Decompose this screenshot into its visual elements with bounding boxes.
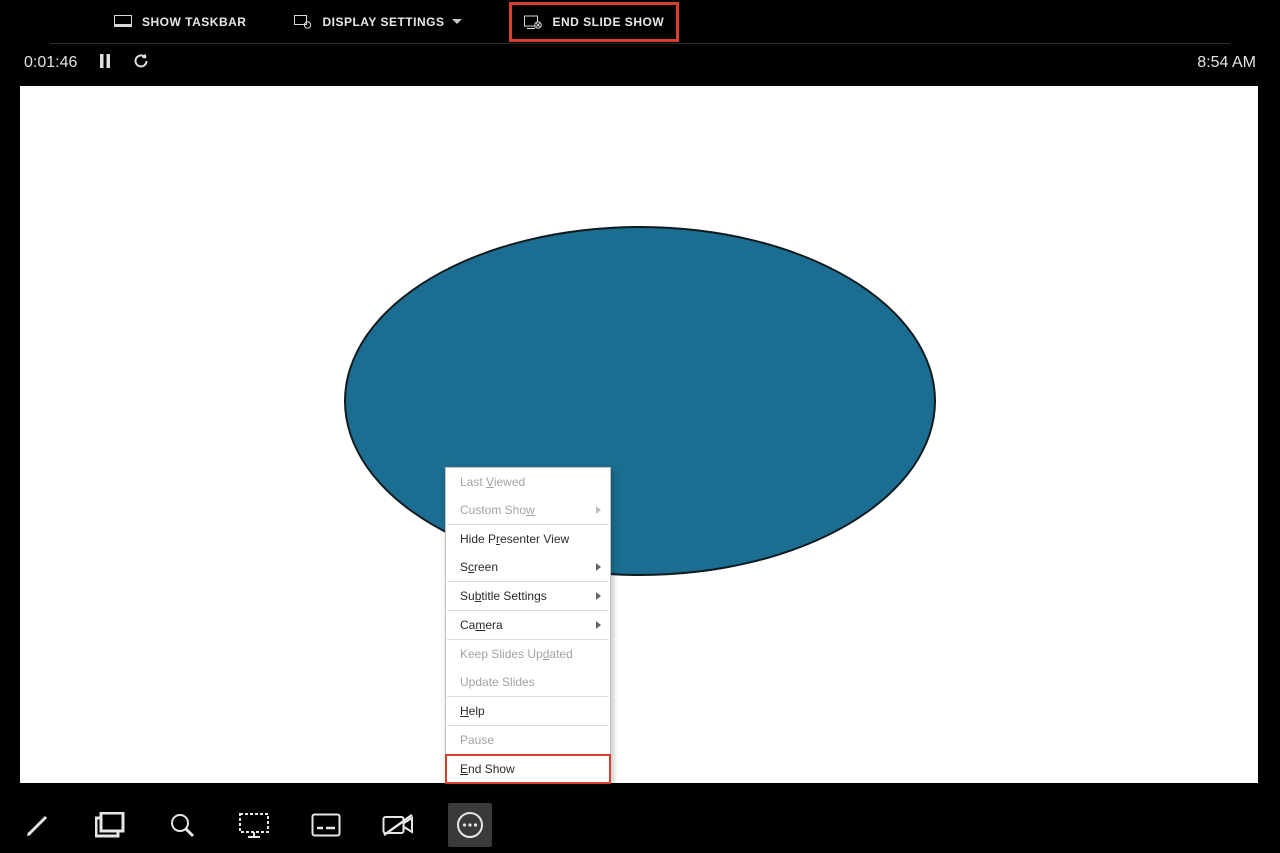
dropdown-arrow-icon (452, 19, 462, 24)
menu-pause: Pause (446, 726, 610, 754)
menu-keep-slides-updated: Keep Slides Updated (446, 640, 610, 668)
clock-time: 8:54 AM (1197, 54, 1256, 72)
menu-custom-show: Custom Show (446, 496, 610, 524)
see-all-slides-button[interactable] (88, 803, 132, 847)
menu-camera[interactable]: Camera (446, 611, 610, 639)
menu-end-show[interactable]: End Show (446, 755, 610, 783)
taskbar-icon (114, 15, 130, 29)
menu-screen[interactable]: Screen (446, 553, 610, 581)
presenter-bottom-toolbar (0, 797, 1280, 853)
menu-update-slides: Update Slides (446, 668, 610, 696)
menu-help[interactable]: Help (446, 697, 610, 725)
end-show-icon (524, 15, 540, 29)
restart-timer-button[interactable] (133, 53, 149, 74)
end-slide-show-label: END SLIDE SHOW (552, 15, 664, 29)
display-toggle-button[interactable] (232, 803, 276, 847)
menu-hide-presenter-view[interactable]: Hide Presenter View (446, 525, 610, 553)
presenter-top-toolbar: SHOW TASKBAR DISPLAY SETTINGS END SLIDE … (50, 0, 1230, 44)
display-settings-button[interactable]: DISPLAY SETTINGS (280, 0, 476, 43)
pause-button[interactable] (99, 54, 111, 73)
menu-last-viewed: Last Viewed (446, 468, 610, 496)
camera-toggle-button[interactable] (376, 803, 420, 847)
more-options-button[interactable] (448, 803, 492, 847)
subtitles-toggle-button[interactable] (304, 803, 348, 847)
pen-tool-button[interactable] (16, 803, 60, 847)
slide-oval-shape (344, 226, 936, 576)
menu-subtitle-settings[interactable]: Subtitle Settings (446, 582, 610, 610)
zoom-button[interactable] (160, 803, 204, 847)
display-settings-label: DISPLAY SETTINGS (322, 15, 444, 29)
display-settings-icon (294, 15, 310, 29)
end-slide-show-button[interactable]: END SLIDE SHOW (510, 3, 678, 41)
current-slide[interactable] (20, 86, 1258, 783)
show-taskbar-label: SHOW TASKBAR (142, 15, 246, 29)
more-options-menu: Last Viewed Custom Show Hide Presenter V… (445, 467, 611, 784)
elapsed-time: 0:01:46 (24, 54, 77, 72)
status-row: 0:01:46 8:54 AM (0, 44, 1280, 82)
show-taskbar-button[interactable]: SHOW TASKBAR (100, 0, 260, 43)
